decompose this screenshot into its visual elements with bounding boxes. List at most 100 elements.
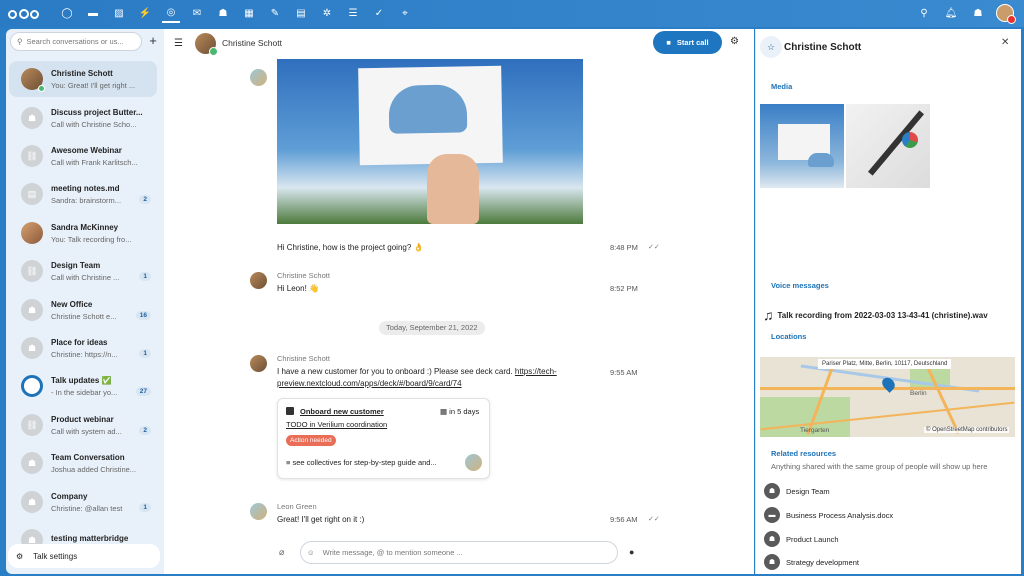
card-description-text: see collectives for step-by-step guide a… <box>292 458 437 467</box>
voice-messages-heading: Voice messages <box>771 281 829 290</box>
microphone-icon[interactable]: ● <box>629 547 634 557</box>
group-icon: ☗ <box>21 491 43 513</box>
search-icon[interactable]: ⚲ <box>915 4 933 22</box>
unread-badge: 27 <box>135 387 151 396</box>
avatar <box>21 222 43 244</box>
message-link[interactable]: https://tech- <box>515 367 557 376</box>
related-item[interactable]: ☗ Product Launch <box>764 531 839 547</box>
new-conversation-button[interactable]: + <box>146 34 160 48</box>
group-icon: ☗ <box>21 299 43 321</box>
read-check-icon: ✓✓ <box>648 516 660 523</box>
card-list[interactable]: TODO in Verilium coordination <box>286 420 387 429</box>
photos-icon[interactable]: ▨ <box>110 5 128 23</box>
unread-badge: 1 <box>139 272 151 281</box>
checklist-icon[interactable]: ☰ <box>344 5 362 23</box>
conversation-item[interactable]: ☗ Company Christine: @allan test 1 <box>9 484 157 520</box>
conversation-name: meeting notes.md <box>51 183 120 193</box>
folder-icon: ▬ <box>764 507 780 523</box>
avatar <box>465 454 482 471</box>
voice-file[interactable]: ♫ Talk recording from 2022-03-03 13-43-4… <box>763 307 988 323</box>
related-item-label: Business Process Analysis.docx <box>786 510 894 520</box>
related-item[interactable]: ☗ Design Team <box>764 483 830 499</box>
unread-badge: 1 <box>139 349 151 358</box>
related-description: Anything shared with the same group of p… <box>771 462 988 471</box>
map-copyright[interactable]: © OpenStreetMap contributors <box>924 427 1010 433</box>
emoji-icon[interactable]: ☺ <box>307 548 315 557</box>
conversation-item[interactable]: ☗ Discuss project Butter... Call with Chr… <box>9 100 157 136</box>
tasks-icon[interactable]: ✲ <box>318 5 336 23</box>
deck-card-preview[interactable]: Onboard new customer ▦ in 5 days TODO in… <box>277 398 490 479</box>
dashboard-icon[interactable]: ◯ <box>58 5 76 23</box>
files-icon[interactable]: ▬ <box>84 5 102 23</box>
conversation-name: Team Conversation <box>51 452 125 462</box>
mail-icon[interactable]: ✉ <box>188 5 206 23</box>
start-call-label: Start call <box>676 38 709 47</box>
calendar-icon[interactable]: ▦ <box>240 5 258 23</box>
chat-panel: ☰ Christine Schott ■ Start call ⚙ Hi Chr… <box>164 29 754 574</box>
message-text: Hi Leon! 👋 <box>277 284 319 293</box>
conversation-item[interactable]: Sandra McKinney You: Talk recording fro..… <box>9 215 157 251</box>
conversation-preview: Call with Christine Scho... <box>51 119 137 129</box>
message-author: Christine Schott <box>277 354 330 363</box>
conversation-item[interactable]: ▤ meeting notes.md Sandra: brainstorm... … <box>9 176 157 212</box>
avatar[interactable] <box>194 32 218 56</box>
talk-icon[interactable]: ◎ <box>162 5 180 23</box>
conversation-item[interactable]: ⛓ Design Team Call with Christine ... 1 <box>9 253 157 289</box>
maps-icon[interactable]: ⌖ <box>396 5 414 23</box>
contacts-menu-icon[interactable]: ☗ <box>969 4 987 22</box>
conversation-preview: Joshua added Christine... <box>51 464 137 474</box>
card-title[interactable]: Onboard new customer <box>300 407 384 416</box>
attachment-icon[interactable]: ⌀ <box>279 547 284 558</box>
conversation-preview: You: Great! I'll get right ... <box>51 80 136 90</box>
avatar <box>250 503 267 520</box>
conversation-item[interactable]: ⛓ Awesome Webinar Call with Frank Karlits… <box>9 138 157 174</box>
menu-icon[interactable]: ☰ <box>174 38 183 49</box>
video-icon: ■ <box>666 38 671 47</box>
conversation-name: New Office <box>51 299 93 309</box>
day-separator: Today, September 21, 2022 <box>379 321 485 335</box>
conversation-item[interactable]: Christine Schott You: Great! I'll get rig… <box>9 61 157 97</box>
related-resources-heading: Related resources <box>771 449 837 458</box>
start-call-button[interactable]: ■ Start call <box>653 31 722 54</box>
favorite-star-icon[interactable]: ☆ <box>760 36 782 58</box>
done-icon[interactable]: ✓ <box>370 5 388 23</box>
deck-icon <box>286 407 294 415</box>
contacts-icon[interactable]: ☗ <box>214 5 232 23</box>
shared-image[interactable] <box>277 59 583 224</box>
voice-file-name: Talk recording from 2022-03-03 13-43-41 … <box>777 310 988 320</box>
talk-settings-button[interactable]: ⚙ Talk settings <box>8 544 160 568</box>
conversation-name: Design Team <box>51 260 101 270</box>
message-text: Great! I'll get right on it :) <box>277 515 365 524</box>
deck-icon[interactable]: ▤ <box>292 5 310 23</box>
avatar <box>21 68 45 92</box>
file-icon: ▤ <box>21 183 43 205</box>
media-thumbnail[interactable] <box>760 104 844 188</box>
conversation-item[interactable]: ☗ New Office Christine Schott e... 16 <box>9 292 157 328</box>
conversation-name: Discuss project Butter... <box>51 107 143 117</box>
notifications-icon[interactable]: 🔔︎ <box>942 4 960 22</box>
related-item[interactable]: ▬ Business Process Analysis.docx <box>764 507 893 523</box>
map-address: Pariser Platz, Mitte, Berlin, 10117, Deu… <box>818 359 952 369</box>
location-map[interactable]: Pariser Platz, Mitte, Berlin, 10117, Deu… <box>760 357 1015 437</box>
conversation-name: Place for ideas <box>51 337 108 347</box>
conversation-item[interactable]: ☗ Place for ideas Christine: https://n...… <box>9 330 157 366</box>
message-link-continued[interactable]: preview.nextcloud.com/apps/deck/#/board/… <box>277 379 462 388</box>
conversation-sidebar: ⚲ Search conversations or us... + Christ… <box>6 29 164 574</box>
user-avatar[interactable] <box>996 4 1016 24</box>
message-input[interactable]: ☺ Write message, @ to mention someone ..… <box>300 541 618 564</box>
conversation-preview: You: Talk recording fro... <box>51 234 132 244</box>
notes-icon[interactable]: ✎ <box>266 5 284 23</box>
gear-icon[interactable]: ⚙ <box>730 36 739 47</box>
media-thumbnail[interactable] <box>846 104 930 188</box>
activity-icon[interactable]: ⚡ <box>136 5 154 23</box>
close-icon[interactable]: ✕ <box>1001 37 1009 48</box>
search-input[interactable]: ⚲ Search conversations or us... <box>10 32 142 51</box>
related-item[interactable]: ☗ Strategy development <box>764 554 859 570</box>
conversation-item[interactable]: ⛓ Product webinar Call with system ad... … <box>9 407 157 443</box>
nextcloud-logo[interactable] <box>8 7 40 21</box>
conversation-preview: Call with Frank Karlitsch... <box>51 157 138 167</box>
related-item-label: Design Team <box>786 486 830 496</box>
conversation-item[interactable]: ☗ Team Conversation Joshua added Christin… <box>9 445 157 481</box>
conversation-item[interactable]: Talk updates ✅ - In the sidebar yo... 27 <box>9 368 157 404</box>
conversation-details-panel: ☆ Christine Schott ✕ Media Voice message… <box>755 29 1021 574</box>
